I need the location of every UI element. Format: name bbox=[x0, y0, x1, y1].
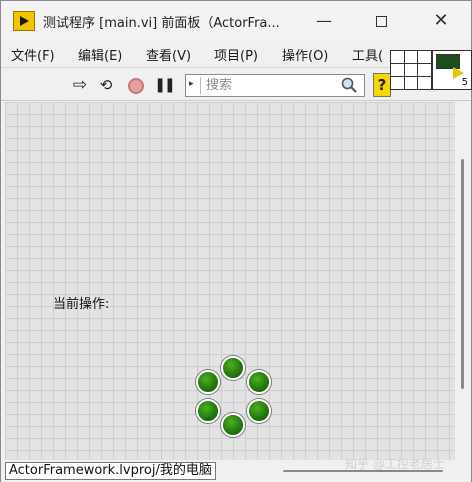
run-button[interactable]: ⇨ bbox=[69, 74, 91, 96]
search-input[interactable] bbox=[206, 77, 336, 94]
connector-divider bbox=[417, 51, 418, 89]
labview-app-icon bbox=[13, 11, 35, 31]
watermark: 知乎 @工控老居士 bbox=[345, 457, 445, 471]
maximize-icon bbox=[375, 16, 387, 27]
connector-divider bbox=[391, 63, 431, 64]
spinner-led bbox=[221, 413, 245, 437]
menu-file[interactable]: 文件(F) bbox=[11, 45, 55, 64]
current-operation-label: 当前操作: bbox=[53, 297, 110, 312]
window-title: 测试程序 [main.vi] 前面板（ActorFra... bbox=[43, 16, 280, 31]
pause-button[interactable]: ❚❚ bbox=[153, 74, 175, 96]
menu-edit[interactable]: 编辑(E) bbox=[78, 45, 122, 64]
spinner-led bbox=[221, 356, 245, 380]
menu-project[interactable]: 项目(P) bbox=[214, 45, 258, 64]
search-separator bbox=[200, 77, 201, 94]
menu-tools[interactable]: 工具( bbox=[352, 45, 383, 64]
connector-divider bbox=[404, 51, 405, 89]
menu-view[interactable]: 查看(V) bbox=[146, 45, 191, 64]
vi-icon-number: 5 bbox=[461, 77, 468, 88]
spinner-led bbox=[196, 370, 220, 394]
run-continuously-button[interactable]: ⟲ bbox=[95, 74, 117, 96]
search-icon[interactable] bbox=[340, 76, 358, 94]
search-box[interactable]: ▸ bbox=[185, 74, 365, 97]
context-help-button[interactable]: ? bbox=[373, 73, 391, 97]
vertical-scrollbar[interactable] bbox=[455, 102, 471, 460]
maximize-button[interactable] bbox=[366, 9, 396, 33]
spinner-led bbox=[196, 399, 220, 423]
abort-icon bbox=[128, 77, 144, 94]
connector-pane[interactable] bbox=[390, 50, 432, 90]
labview-front-panel-window: 测试程序 [main.vi] 前面板（ActorFra... — ✕ 文件(F)… bbox=[0, 0, 472, 482]
vi-icon[interactable]: 5 bbox=[432, 50, 472, 90]
title-bar[interactable]: 测试程序 [main.vi] 前面板（ActorFra... — ✕ bbox=[1, 1, 471, 41]
close-button[interactable]: ✕ bbox=[426, 9, 456, 33]
vertical-scroll-thumb[interactable] bbox=[461, 159, 464, 389]
front-panel-grid[interactable] bbox=[5, 102, 455, 460]
connector-divider bbox=[391, 76, 431, 77]
search-dropdown-icon[interactable]: ▸ bbox=[189, 79, 194, 89]
menu-operate[interactable]: 操作(O) bbox=[282, 45, 328, 64]
abort-button[interactable] bbox=[125, 74, 147, 96]
minimize-button[interactable]: — bbox=[309, 9, 339, 33]
project-path[interactable]: ActorFramework.lvproj/我的电脑 bbox=[5, 462, 216, 480]
spinner-led bbox=[247, 399, 271, 423]
spinner-led bbox=[247, 370, 271, 394]
